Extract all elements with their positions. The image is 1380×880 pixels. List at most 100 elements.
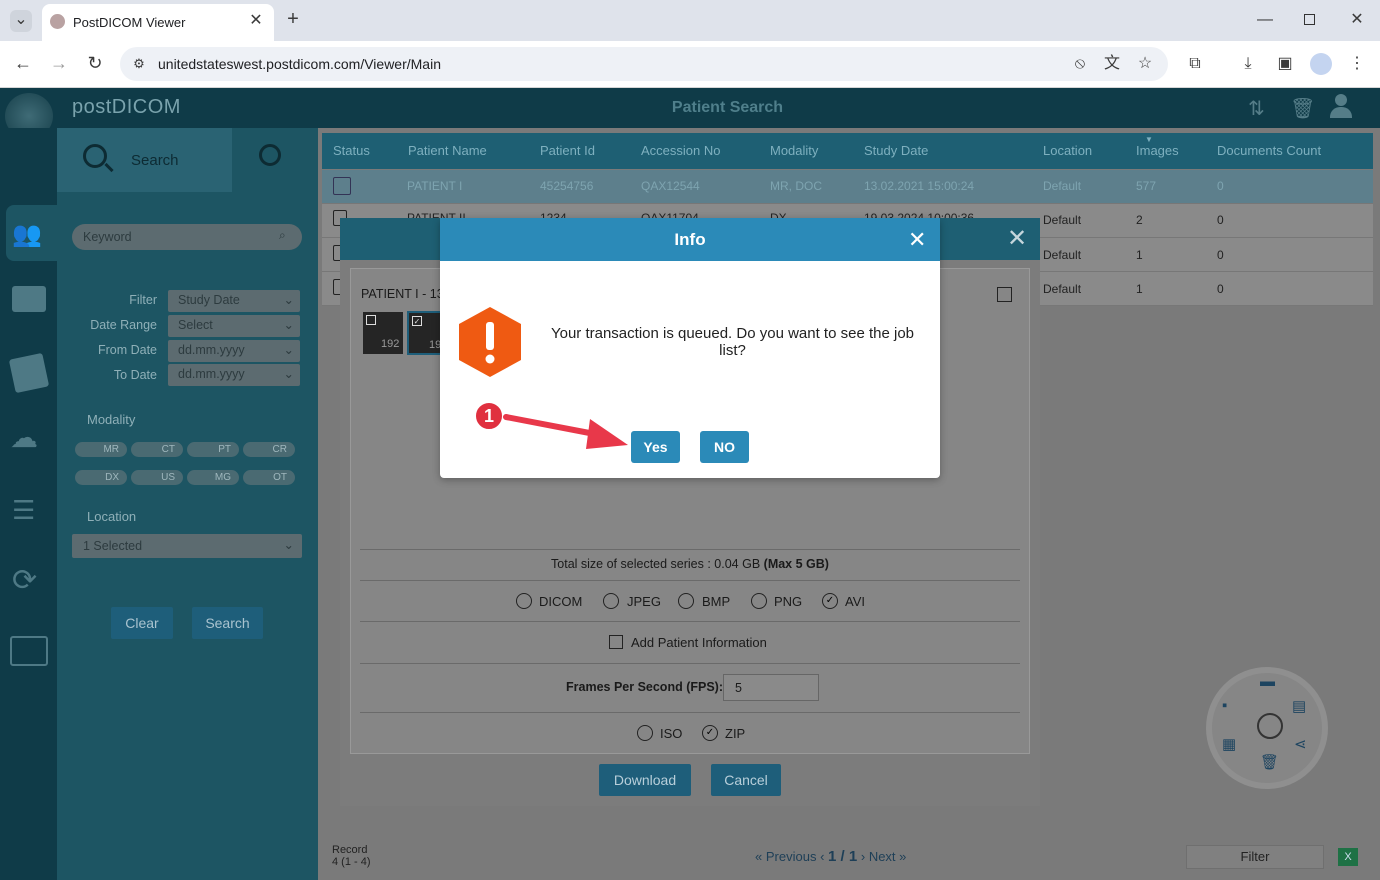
download-icon[interactable]: ⤓ xyxy=(1238,54,1258,74)
search-button[interactable]: Search xyxy=(192,607,263,639)
modality-cr[interactable]: CR xyxy=(243,442,295,457)
add-patient-icon[interactable] xyxy=(1257,713,1283,739)
col-images[interactable]: Images xyxy=(1136,143,1179,158)
row-docs: 0 xyxy=(1217,248,1224,262)
col-status[interactable]: Status xyxy=(333,143,370,158)
modality-ot[interactable]: OT xyxy=(243,470,295,485)
folder-icon[interactable] xyxy=(12,286,46,312)
trash-bin-icon[interactable]: 🗑 xyxy=(1290,96,1315,121)
series-thumbnail[interactable]: 192 xyxy=(363,312,403,354)
download-button[interactable]: Download xyxy=(599,764,691,796)
filter-button[interactable]: Filter xyxy=(1186,845,1324,869)
annotation-arrow-icon xyxy=(503,414,628,449)
tab-search-icon[interactable]: ⌄ xyxy=(10,10,32,32)
select-all-checkbox[interactable] xyxy=(997,287,1012,302)
info-message: Your transaction is queued. Do you want … xyxy=(550,325,915,359)
window-close-icon[interactable]: ✕ xyxy=(1347,10,1367,30)
col-modality[interactable]: Modality xyxy=(770,143,818,158)
modality-mr[interactable]: MR xyxy=(75,442,127,457)
search-tab[interactable]: Search xyxy=(57,128,232,192)
col-patient-name[interactable]: Patient Name xyxy=(408,143,487,158)
modality-ct[interactable]: CT xyxy=(131,442,183,457)
row-mod: MR, DOC xyxy=(770,179,822,193)
to-date-input[interactable]: dd.mm.yyyy ⌄ xyxy=(168,364,300,386)
add-patient-info-checkbox[interactable] xyxy=(609,635,623,649)
add-folder-icon[interactable]: ▪ xyxy=(1222,697,1227,714)
date-range-select[interactable]: Select ⌄ xyxy=(168,315,300,337)
thumb-checked-icon[interactable]: ✓ xyxy=(412,316,422,326)
report-icon[interactable]: ▦ xyxy=(1222,735,1236,753)
from-date-input[interactable]: dd.mm.yyyy ⌄ xyxy=(168,340,300,362)
format-dicom-radio[interactable] xyxy=(516,593,532,609)
next-link[interactable]: Next xyxy=(869,849,896,864)
last-page-icon[interactable]: » xyxy=(899,849,906,864)
col-accession-no[interactable]: Accession No xyxy=(641,143,720,158)
previous-link[interactable]: Previous xyxy=(766,849,817,864)
info-close-icon[interactable]: ✕ xyxy=(908,227,926,253)
user-icon[interactable] xyxy=(1330,94,1352,118)
col-location[interactable]: Location xyxy=(1043,143,1092,158)
maximize-icon[interactable] xyxy=(1304,14,1315,25)
omnibox[interactable]: ⚙ unitedstateswest.postdicom.com/Viewer/… xyxy=(120,47,1168,81)
add-document-icon[interactable]: ▤ xyxy=(1292,697,1306,715)
format-bmp-radio[interactable] xyxy=(678,593,694,609)
table-row[interactable] xyxy=(322,170,1373,204)
no-cast-icon[interactable]: ⦸ xyxy=(1070,54,1090,74)
fps-input[interactable]: 5 xyxy=(723,674,819,701)
col-patient-id[interactable]: Patient Id xyxy=(540,143,595,158)
col-documents-count[interactable]: Documents Count xyxy=(1217,143,1321,158)
advanced-search-tab[interactable] xyxy=(233,128,318,192)
patients-icon[interactable]: 👥 xyxy=(12,220,42,249)
no-button[interactable]: NO xyxy=(700,431,749,463)
chrome-menu-icon[interactable]: ⋮ xyxy=(1347,54,1367,74)
download-close-icon[interactable]: ✕ xyxy=(1007,224,1027,253)
minimize-icon[interactable]: — xyxy=(1255,10,1275,30)
bookmark-star-icon[interactable]: ☆ xyxy=(1135,54,1155,74)
cancel-button[interactable]: Cancel xyxy=(711,764,781,796)
next-chevron-icon[interactable]: › xyxy=(861,849,865,864)
sync-icon[interactable]: ⟳ xyxy=(12,563,37,598)
modality-pt[interactable]: PT xyxy=(187,442,239,457)
modality-us[interactable]: US xyxy=(131,470,183,485)
open-folder-icon[interactable]: ▬ xyxy=(1260,673,1275,690)
upload-cloud-icon[interactable]: ☁ xyxy=(10,421,38,454)
thumb-checkbox[interactable] xyxy=(366,315,376,325)
search-list-icon[interactable]: ☰ xyxy=(12,495,35,526)
yes-button[interactable]: Yes xyxy=(631,431,680,463)
translate-icon[interactable]: 文 xyxy=(1102,54,1122,74)
location-select[interactable]: 1 Selected ⌄ xyxy=(72,534,302,558)
reload-icon[interactable]: ↻ xyxy=(85,53,105,73)
side-panel-icon[interactable]: ▣ xyxy=(1275,54,1295,74)
advanced-search-icon xyxy=(259,144,281,166)
format-avi-radio-checked[interactable]: ✓ xyxy=(822,593,838,609)
extensions-icon[interactable]: ⧉ xyxy=(1185,54,1205,74)
first-page-icon[interactable]: « xyxy=(755,849,762,864)
back-icon[interactable]: ← xyxy=(13,53,33,73)
delete-icon[interactable]: 🗑 xyxy=(1260,753,1279,771)
tab-close-icon[interactable]: ✕ xyxy=(246,11,266,31)
sort-icon[interactable]: ⇅ xyxy=(1248,96,1265,121)
clear-button[interactable]: Clear xyxy=(111,607,173,639)
col-study-date[interactable]: Study Date xyxy=(864,143,928,158)
iso-radio[interactable] xyxy=(637,725,653,741)
zip-radio-checked[interactable]: ✓ xyxy=(702,725,718,741)
format-png-radio[interactable] xyxy=(751,593,767,609)
excel-icon[interactable]: X xyxy=(1338,848,1358,866)
new-tab-icon[interactable]: + xyxy=(283,9,303,29)
prev-chevron-icon[interactable]: ‹ xyxy=(820,849,824,864)
keyword-input[interactable]: Keyword ⌕ xyxy=(72,224,302,250)
browser-tab[interactable]: PostDICOM Viewer ✕ xyxy=(42,4,274,41)
documents-icon[interactable] xyxy=(8,352,50,394)
forward-icon[interactable]: → xyxy=(49,53,69,73)
url-text[interactable]: unitedstateswest.postdicom.com/Viewer/Ma… xyxy=(158,56,441,72)
modality-mg[interactable]: MG xyxy=(187,470,239,485)
tab-title: PostDICOM Viewer xyxy=(73,15,186,30)
profile-icon[interactable] xyxy=(1310,53,1332,75)
monitors-icon[interactable] xyxy=(10,636,48,666)
share-icon[interactable]: ⋖ xyxy=(1294,735,1307,753)
keyword-search-icon[interactable]: ⌕ xyxy=(279,228,286,243)
filter-select[interactable]: Study Date ⌄ xyxy=(168,290,300,312)
site-info-icon[interactable]: ⚙ xyxy=(130,54,148,74)
modality-dx[interactable]: DX xyxy=(75,470,127,485)
format-jpeg-radio[interactable] xyxy=(603,593,619,609)
